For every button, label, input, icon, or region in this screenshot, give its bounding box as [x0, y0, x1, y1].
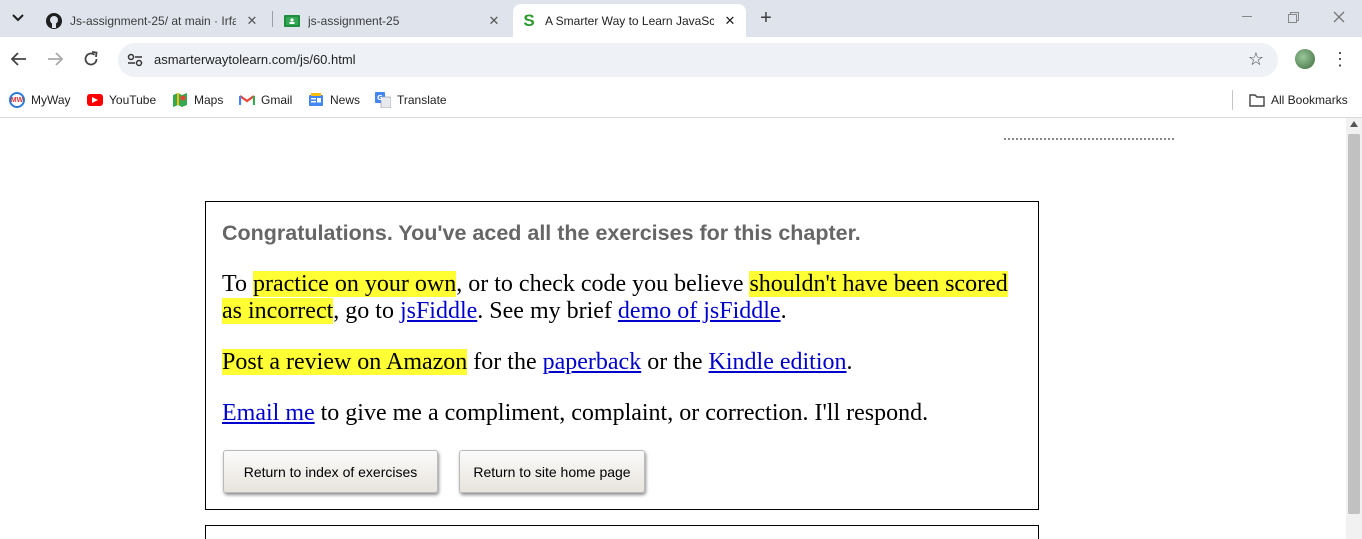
bookmark-translate[interactable]: G Translate [375, 90, 447, 110]
tab-github[interactable]: Js-assignment-25/ at main · Irfa ✕ [38, 4, 268, 37]
highlight: Post a review on Amazon [222, 349, 468, 375]
minimize-icon[interactable] [1224, 0, 1270, 34]
forward-arrow-icon[interactable] [43, 47, 67, 71]
highlight: practice on your own [252, 271, 457, 297]
bookmark-news[interactable]: News [308, 90, 360, 110]
folder-icon [1249, 92, 1265, 108]
gmail-icon [239, 92, 255, 108]
text: for the [467, 349, 543, 375]
url-text[interactable]: asmarterwaytolearn.com/js/60.html [154, 52, 356, 67]
maps-icon [172, 92, 188, 108]
text: . [780, 298, 787, 324]
bookmark-star-icon[interactable]: ☆ [1248, 49, 1264, 70]
close-icon[interactable]: ✕ [722, 13, 738, 29]
bookmarks-bar: MW MyWay YouTube Maps Gmail News G Trans… [0, 82, 1362, 118]
close-window-icon[interactable] [1316, 0, 1362, 34]
back-arrow-icon[interactable] [7, 47, 31, 71]
google-classroom-icon [284, 13, 300, 29]
text: to give me a compliment, complaint, or c… [314, 400, 929, 426]
bookmark-youtube[interactable]: YouTube [87, 90, 156, 110]
practice-paragraph: To practice on your own, or to check cod… [222, 271, 1022, 325]
reload-icon[interactable] [79, 47, 103, 71]
tab-separator [272, 11, 273, 27]
text: To [222, 271, 253, 297]
bookmark-myway[interactable]: MW MyWay [9, 90, 71, 110]
congrats-heading: Congratulations. You've aced all the exe… [222, 221, 861, 245]
decorative-dotted-rule [1004, 138, 1174, 142]
browser-toolbar: asmarterwaytolearn.com/js/60.html ☆ ⋮ [0, 37, 1362, 82]
text: , go to [333, 298, 400, 324]
scroll-thumb[interactable] [1348, 134, 1360, 514]
text: , or to check code you believe [456, 271, 750, 297]
page-scrollbar[interactable] [1346, 118, 1362, 539]
tab-title: A Smarter Way to Learn JavaScr [545, 13, 714, 28]
address-bar[interactable]: asmarterwaytolearn.com/js/60.html ☆ [118, 43, 1278, 77]
bookmark-label: Maps [194, 93, 224, 107]
text: . See my brief [477, 298, 618, 324]
bookmark-maps[interactable]: Maps [172, 90, 223, 110]
bookmark-label: Gmail [261, 93, 293, 107]
myway-icon: MW [9, 92, 25, 108]
congrats-box: Congratulations. You've aced all the exe… [205, 201, 1039, 510]
youtube-icon [87, 94, 103, 106]
bookmarks-divider [1232, 90, 1233, 110]
bookmark-label: MyWay [31, 93, 71, 107]
tab-strip: Js-assignment-25/ at main · Irfa ✕ js-as… [0, 0, 1362, 37]
next-content-box [205, 525, 1039, 539]
close-icon[interactable]: ✕ [244, 13, 260, 29]
email-paragraph: Email me to give me a compliment, compla… [222, 400, 1022, 427]
bookmark-label: News [330, 93, 361, 107]
text: or the [641, 349, 709, 375]
tab-title: Js-assignment-25/ at main · Irfa [70, 13, 236, 28]
tab-title: js-assignment-25 [308, 13, 400, 28]
site-settings-icon[interactable] [126, 51, 144, 69]
google-news-icon [308, 92, 324, 108]
review-paragraph: Post a review on Amazon for the paperbac… [222, 349, 1022, 376]
all-bookmarks[interactable]: All Bookmarks [1249, 90, 1348, 110]
paperback-link[interactable]: paperback [543, 349, 642, 375]
github-icon [46, 12, 62, 29]
new-tab-plus-icon[interactable]: + [754, 6, 778, 30]
smarter-way-s-icon: S [523, 10, 535, 30]
tab-smarter-way-active[interactable]: S A Smarter Way to Learn JavaScr ✕ [513, 4, 746, 37]
tab-search-chevron-icon[interactable] [6, 6, 30, 30]
kindle-edition-link[interactable]: Kindle edition [709, 349, 847, 375]
email-me-link[interactable]: Email me [222, 400, 315, 426]
restore-icon[interactable] [1270, 0, 1316, 34]
bookmark-label: YouTube [109, 93, 157, 107]
tab-classroom[interactable]: js-assignment-25 ✕ [276, 4, 510, 37]
bookmark-gmail[interactable]: Gmail [239, 90, 292, 110]
page-viewport: Congratulations. You've aced all the exe… [0, 118, 1346, 539]
text: . [846, 349, 853, 375]
return-index-button[interactable]: Return to index of exercises [223, 450, 438, 493]
bookmark-label: Translate [397, 93, 447, 107]
demo-jsfiddle-link[interactable]: demo of jsFiddle [618, 298, 781, 324]
return-home-button[interactable]: Return to site home page [459, 450, 645, 493]
close-icon[interactable]: ✕ [486, 13, 502, 29]
more-menu-icon[interactable]: ⋮ [1331, 47, 1349, 71]
scroll-up-arrow-icon[interactable] [1350, 121, 1358, 127]
all-bookmarks-label: All Bookmarks [1271, 93, 1348, 107]
svg-text:G: G [377, 94, 383, 102]
google-translate-icon: G [375, 92, 391, 108]
profile-avatar[interactable] [1295, 49, 1315, 69]
jsfiddle-link[interactable]: jsFiddle [400, 298, 477, 324]
